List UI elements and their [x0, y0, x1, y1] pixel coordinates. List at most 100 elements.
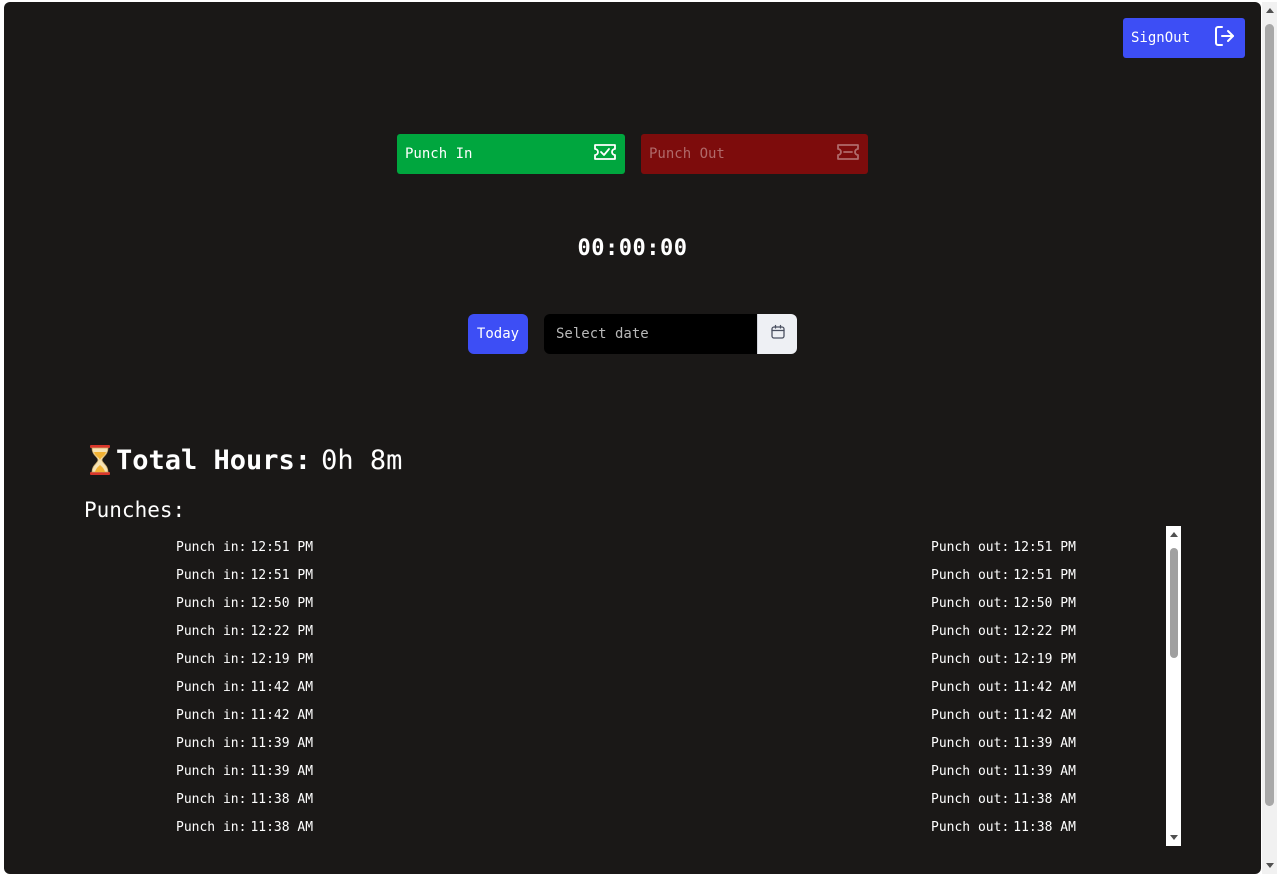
total-hours-label: Total Hours:	[116, 444, 312, 476]
punch-in-entry-label: Punch in:	[176, 680, 247, 695]
punch-in-entry: Punch in: 11:39 AM	[176, 764, 313, 779]
app-root: SignOut Punch In Punch Out 00:00:00 Toda…	[4, 2, 1261, 874]
punch-in-entry-label: Punch in:	[176, 540, 247, 555]
punch-out-entry: Punch out: 12:51 PM	[931, 540, 1076, 555]
punch-in-entry: Punch in: 11:38 AM	[176, 820, 313, 835]
punch-out-entry-label: Punch out:	[931, 568, 1010, 583]
date-input[interactable]	[544, 314, 757, 354]
punch-in-time: 11:42 AM	[250, 680, 314, 695]
punch-out-entry: Punch out: 12:22 PM	[931, 624, 1076, 639]
elapsed-timer: 00:00:00	[577, 236, 688, 261]
punch-in-time: 12:51 PM	[250, 540, 314, 555]
punch-row: Punch in: 12:22 PM Punch out: 12:22 PM	[86, 610, 1166, 639]
punch-out-entry: Punch out: 11:42 AM	[931, 708, 1076, 723]
punch-out-entry-label: Punch out:	[931, 680, 1010, 695]
punch-in-entry: Punch in: 11:42 AM	[176, 708, 313, 723]
page-scroll-up-arrow-icon[interactable]	[1266, 8, 1274, 13]
scroll-down-arrow-icon[interactable]	[1170, 835, 1178, 840]
punch-in-entry-label: Punch in:	[176, 708, 247, 723]
punch-in-entry-label: Punch in:	[176, 624, 247, 639]
punch-in-time: 12:19 PM	[250, 652, 314, 667]
punch-out-time: 11:38 AM	[1013, 820, 1076, 835]
punch-out-time: 11:38 AM	[1013, 792, 1076, 807]
calendar-button[interactable]	[757, 314, 797, 354]
punch-in-time: 12:51 PM	[250, 568, 314, 583]
punch-out-time: 12:19 PM	[1013, 652, 1076, 667]
punch-in-entry: Punch in: 11:38 AM	[176, 792, 313, 807]
punch-in-time: 11:39 AM	[250, 764, 314, 779]
punch-out-entry: Punch out: 11:38 AM	[931, 792, 1076, 807]
punch-out-time: 12:22 PM	[1013, 624, 1076, 639]
ticket-icon	[836, 143, 860, 165]
punch-in-entry: Punch in: 12:19 PM	[176, 652, 313, 667]
punch-out-entry-label: Punch out:	[931, 540, 1010, 555]
punch-row: Punch in: 12:19 PM Punch out: 12:19 PM	[86, 638, 1166, 667]
signout-button[interactable]: SignOut	[1123, 18, 1245, 58]
punch-out-entry-label: Punch out:	[931, 820, 1010, 835]
punch-out-entry: Punch out: 12:19 PM	[931, 652, 1076, 667]
logout-icon	[1213, 24, 1237, 52]
punch-row: Punch in: 12:51 PM Punch out: 12:51 PM	[86, 526, 1166, 555]
punch-list-scrollbar[interactable]	[1166, 526, 1181, 846]
punch-out-button[interactable]: Punch Out	[641, 134, 868, 174]
total-hours-value: 0h 8m	[321, 444, 403, 476]
punch-row: Punch in: 11:38 AM Punch out: 11:38 AM	[86, 806, 1166, 835]
punch-out-time: 12:51 PM	[1013, 568, 1076, 583]
punch-in-time: 11:38 AM	[250, 792, 314, 807]
total-hours: Total Hours: 0h 8m	[86, 442, 402, 478]
punch-row: Punch in: 11:39 AM Punch out: 11:39 AM	[86, 750, 1166, 779]
punch-row: Punch in: 11:38 AM Punch out: 11:38 AM	[86, 778, 1166, 807]
punch-in-entry: Punch in: 11:42 AM	[176, 680, 313, 695]
punch-row: Punch in: 11:42 AM Punch out: 11:42 AM	[86, 666, 1166, 695]
punch-in-entry-label: Punch in:	[176, 568, 247, 583]
punch-in-entry: Punch in: 12:50 PM	[176, 596, 313, 611]
punch-in-time: 11:38 AM	[250, 820, 314, 835]
punch-in-time: 11:42 AM	[250, 708, 314, 723]
punch-in-button[interactable]: Punch In	[397, 134, 625, 174]
punch-out-entry-label: Punch out:	[931, 708, 1010, 723]
punch-in-time: 11:39 AM	[250, 736, 314, 751]
signout-label: SignOut	[1131, 30, 1191, 46]
punch-row: Punch in: 12:51 PM Punch out: 12:51 PM	[86, 554, 1166, 583]
punch-in-time: 12:22 PM	[250, 624, 314, 639]
punch-out-entry: Punch out: 11:39 AM	[931, 736, 1076, 751]
page-scroll-down-arrow-icon[interactable]	[1266, 863, 1274, 868]
punch-out-time: 11:42 AM	[1013, 680, 1076, 695]
page-scrollbar[interactable]	[1262, 2, 1277, 874]
punch-row: Punch in: 11:42 AM Punch out: 11:42 AM	[86, 694, 1166, 723]
punch-in-entry: Punch in: 11:39 AM	[176, 736, 313, 751]
scrollbar-thumb[interactable]	[1170, 548, 1178, 658]
date-picker	[544, 314, 797, 354]
punch-out-entry-label: Punch out:	[931, 624, 1010, 639]
today-button[interactable]: Today	[468, 314, 528, 354]
punch-out-time: 12:51 PM	[1013, 540, 1076, 555]
punch-in-entry-label: Punch in:	[176, 792, 247, 807]
punch-in-entry-label: Punch in:	[176, 596, 247, 611]
punch-out-time: 12:50 PM	[1013, 596, 1076, 611]
punch-out-entry: Punch out: 11:42 AM	[931, 680, 1076, 695]
punch-out-time: 11:42 AM	[1013, 708, 1076, 723]
punch-in-label: Punch In	[405, 146, 473, 162]
punch-out-entry: Punch out: 11:38 AM	[931, 820, 1076, 835]
punch-out-entry-label: Punch out:	[931, 736, 1010, 751]
punch-in-entry-label: Punch in:	[176, 764, 247, 779]
punch-in-entry-label: Punch in:	[176, 736, 247, 751]
punch-out-entry: Punch out: 12:51 PM	[931, 568, 1076, 583]
punch-row: Punch in: 11:39 AM Punch out: 11:39 AM	[86, 722, 1166, 751]
punch-in-entry: Punch in: 12:22 PM	[176, 624, 313, 639]
punch-out-label: Punch Out	[649, 146, 725, 162]
punch-row: Punch in: 12:50 PM Punch out: 12:50 PM	[86, 582, 1166, 611]
scroll-up-arrow-icon[interactable]	[1170, 532, 1178, 537]
punch-out-time: 11:39 AM	[1013, 764, 1076, 779]
punch-out-entry-label: Punch out:	[931, 792, 1010, 807]
punches-heading: Punches:	[84, 498, 186, 522]
page-scrollbar-thumb[interactable]	[1265, 24, 1274, 806]
punch-list[interactable]: Punch in: 12:51 PM Punch out: 12:51 PM Punch…	[86, 526, 1181, 846]
punch-out-entry-label: Punch out:	[931, 652, 1010, 667]
punch-out-entry-label: Punch out:	[931, 596, 1010, 611]
calendar-icon	[770, 324, 786, 344]
punch-out-time: 11:39 AM	[1013, 736, 1076, 751]
punch-in-entry: Punch in: 12:51 PM	[176, 568, 313, 583]
ticket-check-icon	[593, 143, 617, 165]
punch-out-entry: Punch out: 12:50 PM	[931, 596, 1076, 611]
